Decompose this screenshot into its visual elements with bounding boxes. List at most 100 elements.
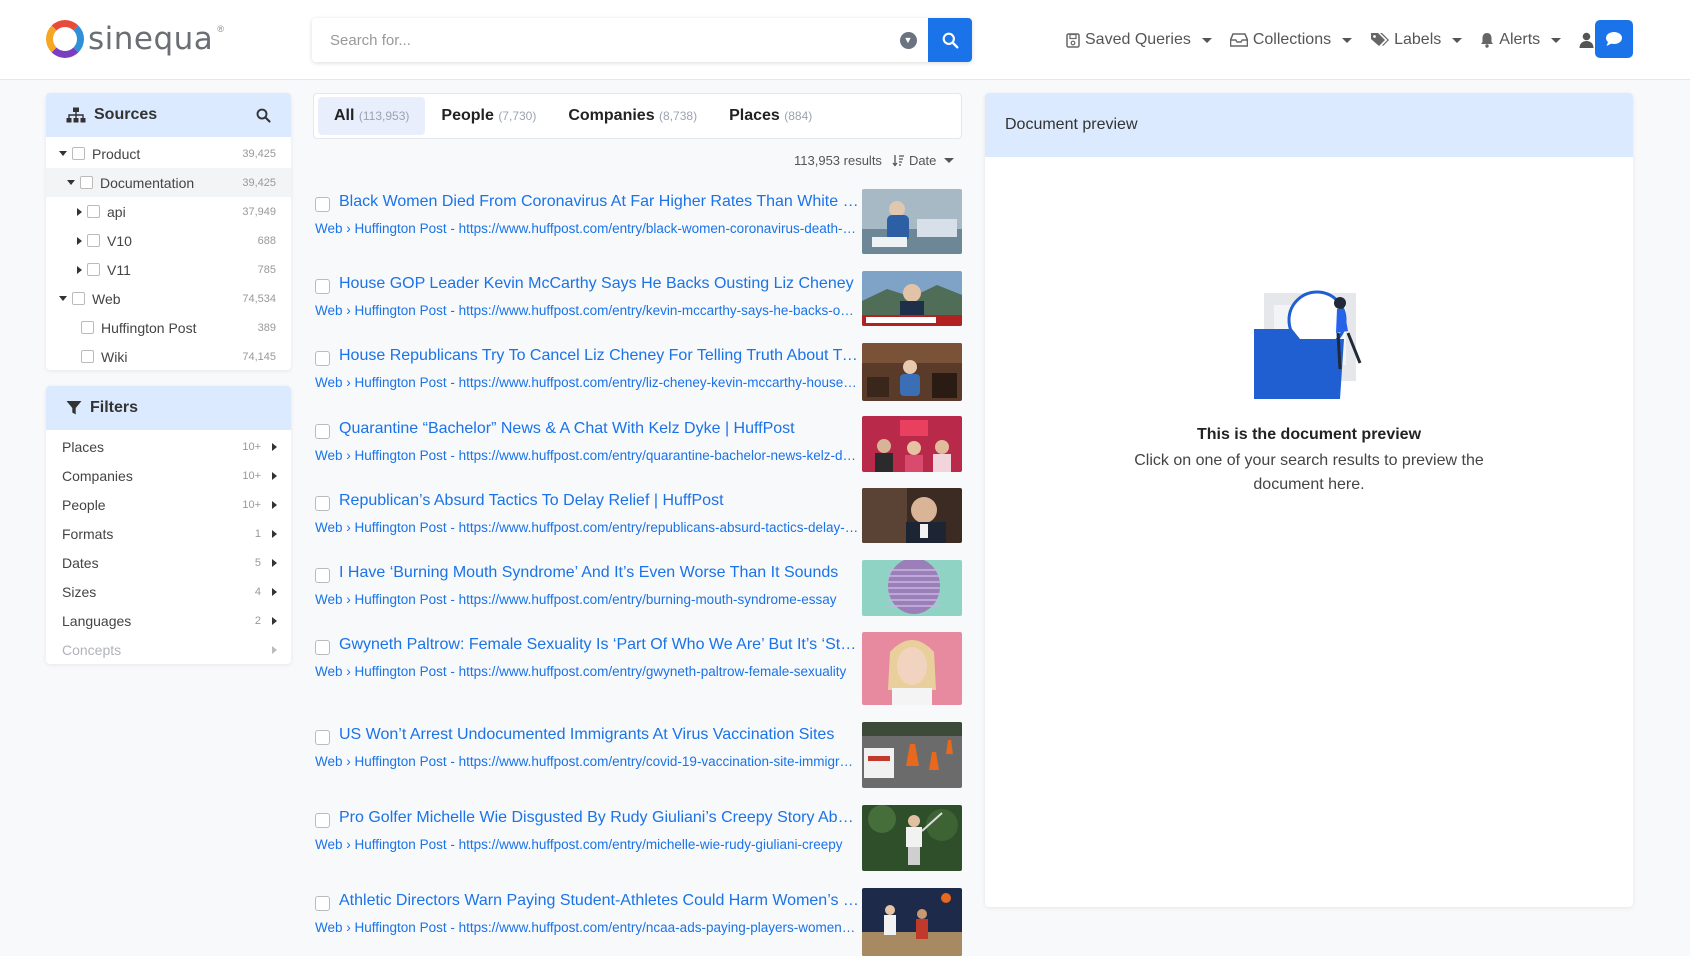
result-url[interactable]: https://www.huffpost.com/entry/ncaa-ads-… [459,920,859,935]
filter-item-languages[interactable]: Languages 2 [46,606,291,635]
result-checkbox[interactable] [315,351,330,366]
source-checkbox[interactable] [87,205,100,218]
result-breadcrumb[interactable]: Web › Huffington Post - https://www.huff… [315,837,859,852]
result-breadcrumb[interactable]: Web › Huffington Post - https://www.huff… [315,221,859,236]
expand-arrow-icon[interactable] [77,207,82,216]
result-thumbnail[interactable] [862,805,962,871]
result-title[interactable]: Athletic Directors Warn Paying Student-A… [339,892,859,910]
result-checkbox[interactable] [315,813,330,828]
source-item-documentation[interactable]: Documentation 39,425 [46,168,291,197]
result-thumbnail[interactable] [862,632,962,705]
result-title[interactable]: House GOP Leader Kevin McCarthy Says He … [339,275,859,293]
expand-arrow-icon[interactable] [59,151,67,156]
result-url[interactable]: https://www.huffpost.com/entry/burning-m… [459,592,837,607]
search-input[interactable] [312,18,888,62]
source-item-web[interactable]: Web 74,534 [46,284,291,313]
crumb-source[interactable]: Web [315,664,343,679]
result-thumbnail[interactable] [862,488,962,543]
source-item-huffington-post[interactable]: Huffington Post 389 [46,313,291,342]
crumb-collection[interactable]: Huffington Post [355,592,447,607]
filter-item-companies[interactable]: Companies 10+ [46,461,291,490]
result-title[interactable]: Pro Golfer Michelle Wie Disgusted By Rud… [339,809,859,827]
search-options-button[interactable]: ▼ [888,18,928,62]
crumb-collection[interactable]: Huffington Post [355,375,447,390]
result-breadcrumb[interactable]: Web › Huffington Post - https://www.huff… [315,664,859,679]
source-checkbox[interactable] [80,176,93,189]
tab-places[interactable]: Places (884) [713,97,828,135]
crumb-collection[interactable]: Huffington Post [355,920,447,935]
crumb-source[interactable]: Web [315,592,343,607]
source-checkbox[interactable] [72,147,85,160]
source-checkbox[interactable] [81,350,94,363]
expand-arrow-icon[interactable] [59,296,67,301]
result-checkbox[interactable] [315,197,330,212]
filter-item-sizes[interactable]: Sizes 4 [46,577,291,606]
crumb-collection[interactable]: Huffington Post [355,664,447,679]
sinequa-logo[interactable]: sinequa ® [46,20,224,58]
result-breadcrumb[interactable]: Web › Huffington Post - https://www.huff… [315,592,859,607]
result-title[interactable]: US Won’t Arrest Undocumented Immigrants … [339,726,859,744]
labels-menu[interactable]: Labels [1370,31,1463,49]
result-title[interactable]: Quarantine “Bachelor” News & A Chat With… [339,420,859,438]
result-thumbnail[interactable] [862,560,962,616]
result-title[interactable]: Gwyneth Paltrow: Female Sexuality Is ‘Pa… [339,636,859,654]
source-item-v10[interactable]: V10 688 [46,226,291,255]
result-checkbox[interactable] [315,496,330,511]
result-title[interactable]: House Republicans Try To Cancel Liz Chen… [339,347,859,365]
result-checkbox[interactable] [315,730,330,745]
sort-button[interactable]: Date [892,153,955,168]
result-breadcrumb[interactable]: Web › Huffington Post - https://www.huff… [315,375,859,390]
source-item-wiki[interactable]: Wiki 74,145 [46,342,291,370]
crumb-source[interactable]: Web [315,221,343,236]
filter-item-people[interactable]: People 10+ [46,490,291,519]
result-title[interactable]: I Have ‘Burning Mouth Syndrome’ And It’s… [339,564,859,582]
crumb-collection[interactable]: Huffington Post [355,221,447,236]
source-item-api[interactable]: api 37,949 [46,197,291,226]
result-breadcrumb[interactable]: Web › Huffington Post - https://www.huff… [315,520,859,535]
collections-menu[interactable]: Collections [1229,31,1353,49]
crumb-source[interactable]: Web [315,920,343,935]
result-checkbox[interactable] [315,424,330,439]
result-url[interactable]: https://www.huffpost.com/entry/gwyneth-p… [459,664,847,679]
expand-arrow-icon[interactable] [77,265,82,274]
result-checkbox[interactable] [315,640,330,655]
tab-companies[interactable]: Companies (8,738) [552,97,713,135]
expand-arrow-icon[interactable] [77,236,82,245]
result-checkbox[interactable] [315,279,330,294]
filters-header[interactable]: Filters [46,386,291,430]
crumb-source[interactable]: Web [315,837,343,852]
expand-arrow-icon[interactable] [67,180,75,185]
crumb-source[interactable]: Web [315,520,343,535]
source-checkbox[interactable] [81,321,94,334]
result-breadcrumb[interactable]: Web › Huffington Post - https://www.huff… [315,754,859,769]
source-checkbox[interactable] [72,292,85,305]
result-url[interactable]: https://www.huffpost.com/entry/liz-chene… [459,375,859,390]
result-breadcrumb[interactable]: Web › Huffington Post - https://www.huff… [315,303,859,318]
result-url[interactable]: https://www.huffpost.com/entry/quarantin… [459,448,859,463]
result-url[interactable]: https://www.huffpost.com/entry/black-wom… [459,221,859,236]
crumb-source[interactable]: Web [315,375,343,390]
result-breadcrumb[interactable]: Web › Huffington Post - https://www.huff… [315,448,859,463]
crumb-collection[interactable]: Huffington Post [355,754,447,769]
result-thumbnail[interactable] [862,888,962,956]
result-checkbox[interactable] [315,568,330,583]
source-checkbox[interactable] [87,234,100,247]
result-breadcrumb[interactable]: Web › Huffington Post - https://www.huff… [315,920,859,935]
result-thumbnail[interactable] [862,416,962,472]
source-checkbox[interactable] [87,263,100,276]
search-button[interactable] [928,18,972,62]
filter-item-places[interactable]: Places 10+ [46,432,291,461]
saved-queries-menu[interactable]: Saved Queries [1066,31,1212,49]
result-checkbox[interactable] [315,896,330,911]
crumb-source[interactable]: Web [315,448,343,463]
source-item-product[interactable]: Product 39,425 [46,139,291,168]
result-thumbnail[interactable] [862,189,962,254]
result-title[interactable]: Black Women Died From Coronavirus At Far… [339,193,859,211]
crumb-collection[interactable]: Huffington Post [355,837,447,852]
result-url[interactable]: https://www.huffpost.com/entry/covid-19-… [459,754,859,769]
result-thumbnail[interactable] [862,722,962,788]
tab-people[interactable]: People (7,730) [425,97,552,135]
result-thumbnail[interactable] [862,271,962,326]
alerts-menu[interactable]: Alerts [1480,31,1562,49]
tab-all[interactable]: All (113,953) [318,97,426,135]
